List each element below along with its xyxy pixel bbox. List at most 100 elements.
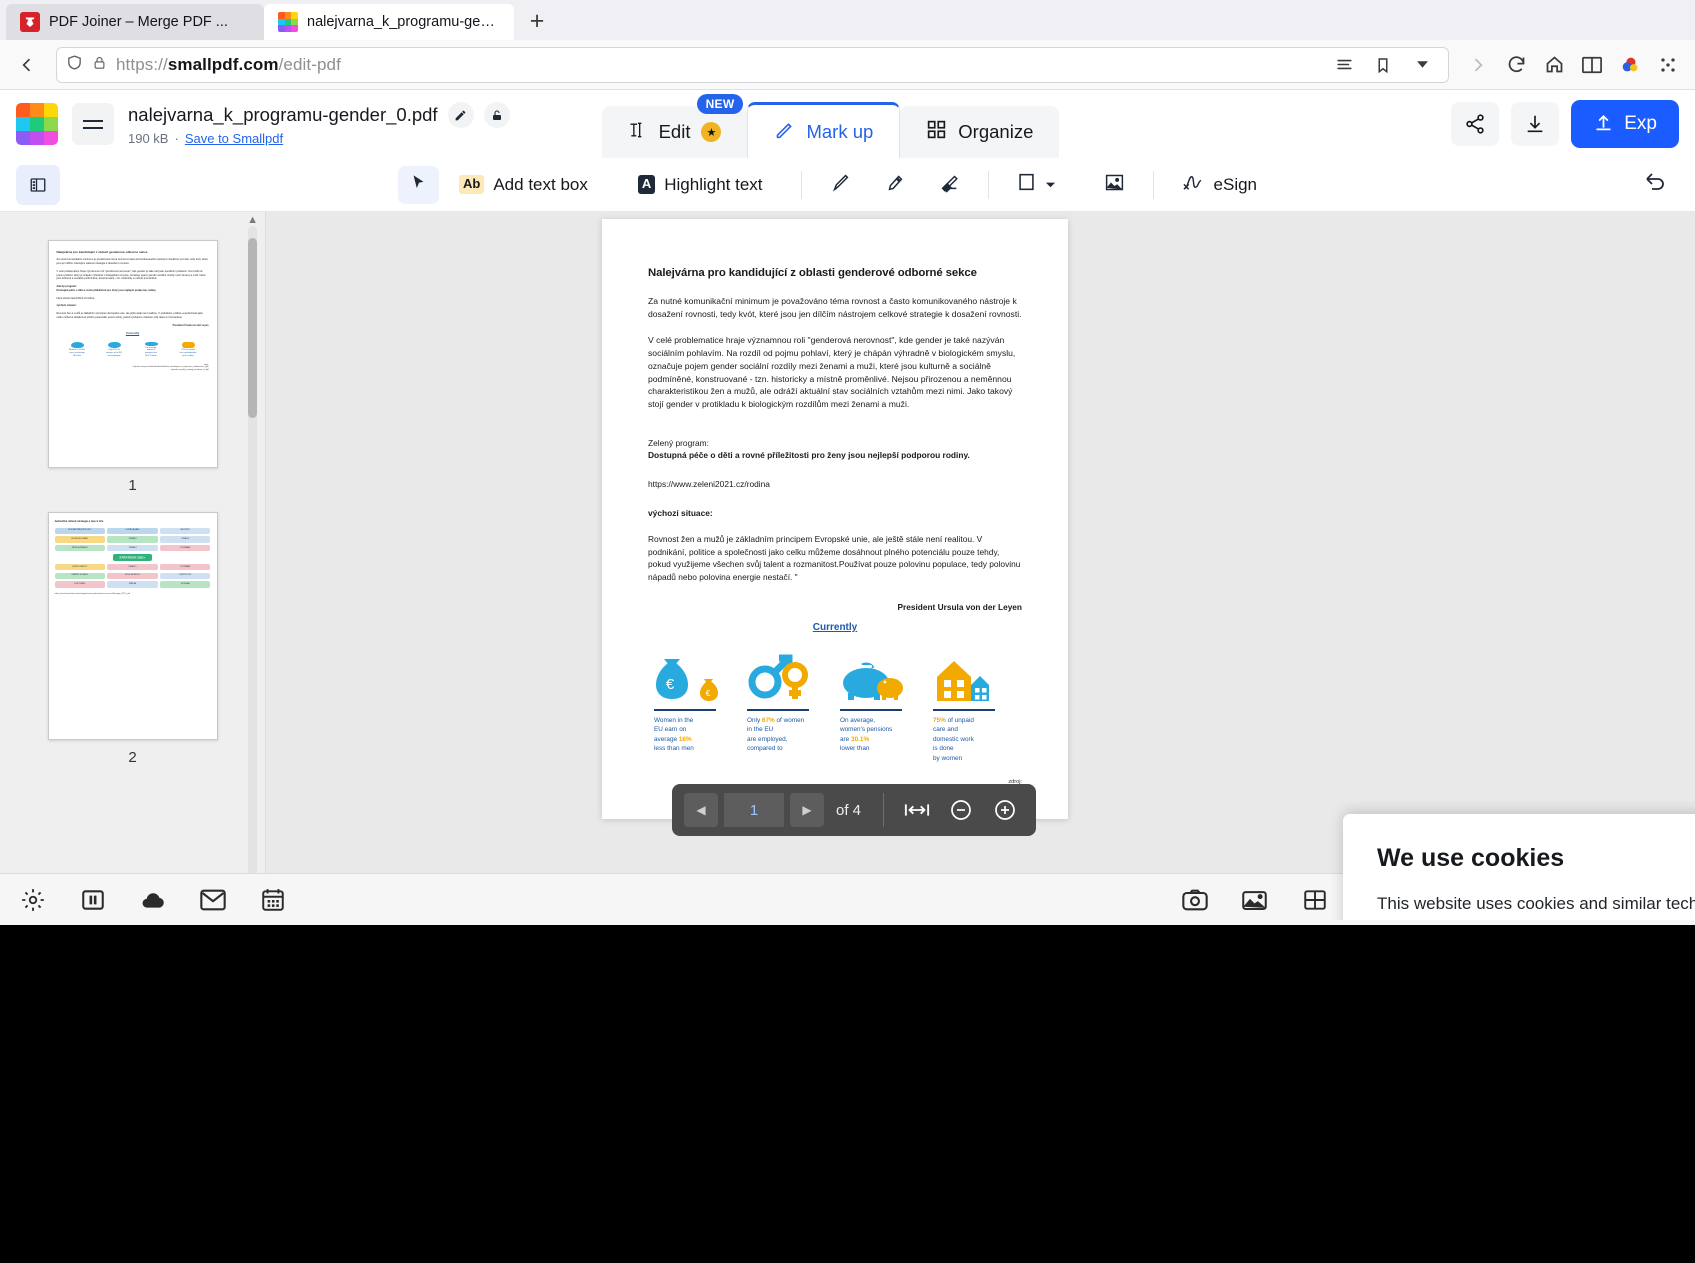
highlighter-tool-button[interactable] [872, 166, 918, 204]
smallpdf-icon [278, 12, 298, 32]
gear-icon[interactable] [18, 885, 48, 915]
file-size: 190 kB [128, 131, 169, 146]
stat-card-employment: Only 67% of women in the EU are employed, c… [747, 649, 830, 764]
tab-markup-label: Mark up [806, 120, 874, 142]
account-icon[interactable] [1613, 48, 1647, 82]
new-tab-button[interactable]: + [520, 4, 554, 38]
stat-text-pensions: On average, women's pensions are 30.1% lowe… [840, 716, 893, 753]
svg-text:€: € [706, 689, 711, 698]
green-program-label: Zelený program: [648, 437, 709, 448]
toolbar-divider-3 [1152, 170, 1154, 199]
undo-button[interactable] [1631, 166, 1679, 204]
eraser-tool-button[interactable] [926, 166, 972, 204]
cursor-arrow-icon [410, 173, 427, 197]
menu-button[interactable] [72, 103, 114, 145]
thumbnail-page-number-2: 2 [128, 749, 137, 766]
infographic-row: € € Women in the EU earn on average 16% les… [648, 649, 1022, 764]
green-program-title: Dostupná péče o děti a rovné příležitost… [648, 450, 970, 461]
pencil-icon [774, 119, 795, 145]
houses-icon [933, 649, 1016, 703]
image-icon [1104, 172, 1125, 198]
browser-tab-2[interactable]: nalejvarna_k_programu-gender_0.pdf [264, 4, 514, 40]
chevron-down-icon[interactable] [1405, 48, 1439, 82]
pdf-page-canvas[interactable]: Nalejvárna pro kandidující z oblasti gen… [602, 219, 1068, 819]
reload-icon[interactable] [1499, 48, 1533, 82]
zoom-out-icon[interactable] [942, 793, 980, 827]
cookie-title: We use cookies [1377, 844, 1565, 872]
highlighter-icon [884, 171, 906, 198]
share-icon[interactable] [1451, 102, 1500, 146]
undo-icon [1643, 170, 1667, 199]
toolbar-divider [800, 170, 802, 199]
thumbnail-list: Nalejvárna pro kandidující z oblasti gen… [0, 212, 265, 766]
browser-navbar: https://smallpdf.com/edit-pdf [0, 40, 1695, 90]
highlight-text-label: Highlight text [664, 174, 763, 194]
document-link[interactable]: https://www.zeleni2021.cz/rodina [648, 478, 1022, 491]
pen-icon [830, 171, 852, 198]
stat-card-pensions: On average, women's pensions are 30.1% lowe… [840, 649, 923, 764]
gender-symbols-icon [747, 649, 830, 703]
sidebar-panel-icon[interactable] [16, 164, 60, 205]
esign-label: eSign [1213, 174, 1258, 194]
stat-card-care: 75% of unpaid care and domestic work is don… [933, 649, 1016, 764]
stat-text-employment: Only 67% of women in the EU are employed, c… [747, 716, 805, 753]
pdf-joiner-icon [20, 12, 40, 32]
pdf-viewer[interactable]: Nalejvárna pro kandidující z oblasti gen… [266, 212, 1695, 920]
stat-card-money: € € Women in the EU earn on average 16% les… [654, 649, 737, 764]
thumbnail-page-2[interactable]: Jednotlivé oblasti strategie a teze k ni… [47, 512, 218, 766]
tab-markup[interactable]: Mark up [747, 102, 901, 158]
esign-button[interactable]: eSign [1170, 166, 1269, 204]
back-arrow-icon[interactable] [10, 48, 44, 82]
export-button[interactable]: Exp [1571, 100, 1679, 148]
situation-label: výchozí situace: [648, 507, 713, 518]
stat-rule-4 [933, 708, 995, 711]
pencil-icon[interactable] [447, 102, 474, 128]
highlight-text-button[interactable]: A Highlight text [626, 166, 775, 204]
shape-tool-button[interactable] [1005, 166, 1068, 204]
fit-width-icon[interactable] [898, 793, 936, 827]
cloud-icon[interactable] [138, 885, 168, 915]
save-to-smallpdf-link[interactable]: Save to Smallpdf [185, 131, 283, 146]
thumbnail-scrollbar-thumb[interactable] [248, 238, 257, 418]
forward-arrow-icon[interactable] [1461, 48, 1495, 82]
stat-text-money: Women in the EU earn on average 16% less th… [654, 716, 694, 753]
image-tool-button[interactable] [1092, 166, 1137, 204]
select-tool-button[interactable] [398, 165, 439, 204]
add-text-box-button[interactable]: Ab Add text box [447, 166, 600, 204]
smallpdf-logo[interactable] [16, 103, 58, 145]
image-icon[interactable] [1240, 885, 1270, 915]
tab-edit[interactable]: NEW Edit ★ [601, 94, 748, 158]
document-paragraph-1: Za nutné komunikační minimum je považová… [648, 296, 1022, 319]
bookmark-icon[interactable] [1366, 48, 1400, 82]
camera-icon[interactable] [1180, 885, 1210, 915]
pen-tool-button[interactable] [818, 166, 864, 204]
download-icon[interactable] [1511, 102, 1560, 146]
url-bar[interactable]: https://smallpdf.com/edit-pdf [56, 46, 1449, 83]
unlock-icon[interactable] [483, 102, 510, 128]
next-page-button[interactable]: ▶ [790, 793, 824, 827]
document-attribution: President Ursula von der Leyen [897, 601, 1023, 612]
library-icon[interactable] [1575, 48, 1609, 82]
app-header: nalejvarna_k_programu-gender_0.pdf 190 k… [0, 90, 1695, 158]
zoom-in-icon[interactable] [986, 793, 1024, 827]
reader-mode-icon[interactable] [1327, 48, 1361, 82]
url-text: https://smallpdf.com/edit-pdf [116, 54, 341, 74]
page-number-input[interactable]: 1 [724, 793, 784, 827]
browser-tab-1[interactable]: PDF Joiner – Merge PDF ... [6, 4, 264, 40]
page-count-label: of 4 [836, 801, 862, 819]
scroll-up-arrow[interactable]: ▲ [247, 214, 258, 226]
prev-page-button[interactable]: ◀ [684, 793, 718, 827]
mail-icon[interactable] [198, 885, 228, 915]
highlight-text-icon: A [637, 175, 656, 194]
extensions-icon[interactable] [1651, 48, 1685, 82]
thumbnail-page-1[interactable]: Nalejvárna pro kandidující z oblasti gen… [47, 240, 218, 494]
shield-icon [66, 54, 83, 76]
grid-layout-icon[interactable] [1300, 885, 1330, 915]
home-icon[interactable] [1537, 48, 1571, 82]
upload-icon [1593, 111, 1614, 138]
calendar-icon[interactable] [258, 885, 288, 915]
separator: · [174, 131, 179, 146]
tab-organize[interactable]: Organize [900, 106, 1060, 158]
pause-icon[interactable] [78, 885, 108, 915]
chevron-down-icon[interactable] [1045, 175, 1056, 195]
